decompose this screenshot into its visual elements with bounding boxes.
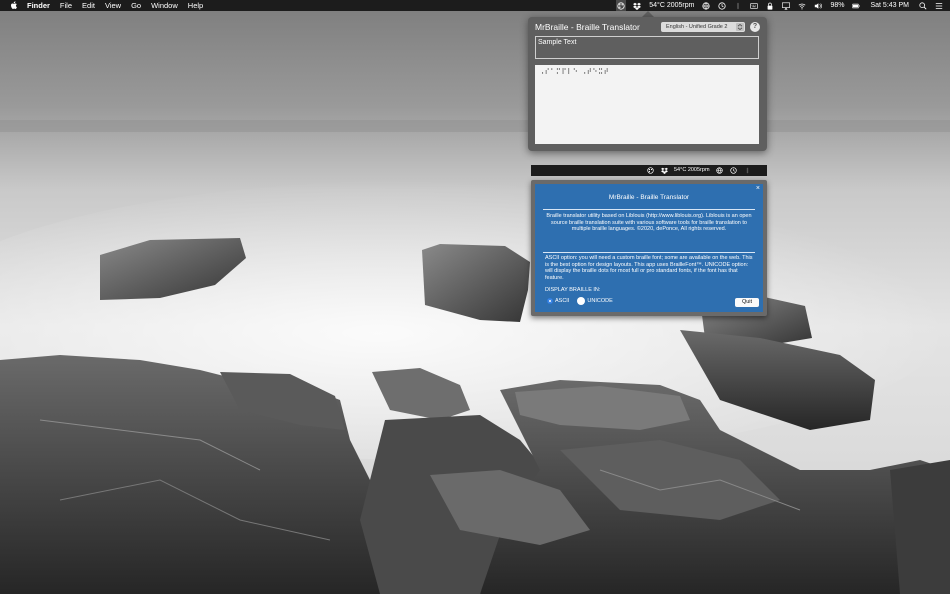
menu-help[interactable]: Help [183,0,208,11]
radio-unicode[interactable] [577,297,586,305]
apple-menu-icon[interactable] [9,0,19,11]
cpu-temp-fan-readout[interactable]: 54°C 2005rpm [671,165,713,176]
menu-bar-clock[interactable]: Sat 5:43 PM [864,0,915,11]
help-button[interactable]: ? [750,22,760,32]
mrbraille-menu-icon[interactable] [645,165,655,176]
divider [543,209,755,210]
translator-popover: MrBraille - Braille Translator English -… [528,17,767,151]
menu-edit[interactable]: Edit [77,0,100,11]
about-panel: × MrBraille - Braille Translator Braille… [531,180,767,316]
mrbraille-menu-icon[interactable] [616,0,627,11]
menu-bar: Finder File Edit View Go Window Help 54°… [0,0,950,11]
desktop-wallpaper [0,0,950,594]
display-braille-label: DISPLAY BRAILLE IN: [545,287,601,293]
volume-icon[interactable] [813,0,823,11]
battery-percent[interactable]: 98% [826,0,848,11]
notification-center-icon[interactable] [934,0,944,11]
about-title: MrBraille - Braille Translator [608,194,690,201]
menu-window[interactable]: Window [146,0,183,11]
close-icon[interactable]: × [756,185,760,193]
language-select[interactable]: English - Unified Grade 2 [661,22,745,32]
language-select-value: English - Unified Grade 2 [666,24,728,30]
keyboard-icon[interactable] [749,0,759,11]
cpu-temp-fan-readout[interactable]: 54°C 2005rpm [645,0,698,11]
status-dot-icon[interactable] [743,165,753,176]
airplay-icon[interactable] [781,0,791,11]
dropbox-icon[interactable] [659,165,669,176]
radio-unicode-label[interactable]: UNICODE [587,298,612,305]
wifi-icon[interactable] [797,0,807,11]
istat-globe-icon[interactable] [715,165,725,176]
braille-output: ⠠⠎⠁⠍⠏⠇⠑ ⠠⠞⠑⠭⠞ [535,65,759,144]
radio-ascii[interactable] [547,298,553,304]
quit-button[interactable]: Quit [735,298,759,307]
chevron-up-down-icon [736,23,744,31]
radio-ascii-label[interactable]: ASCII [555,298,569,305]
spotlight-search-icon[interactable] [918,0,928,11]
options-explanation: ASCII option: you will need a custom bra… [545,255,753,281]
menu-bar-extras: 54°C 2005rpm 98% Sat 5:43 PM [613,0,950,11]
istat-globe-icon[interactable] [701,0,711,11]
lock-icon[interactable] [765,0,775,11]
menu-app-finder[interactable]: Finder [19,0,55,11]
time-machine-icon[interactable] [717,0,727,11]
menu-bar-strip: 54°C 2005rpm [531,165,767,176]
translator-title: MrBraille - Braille Translator [535,22,640,32]
status-dot-icon[interactable] [733,0,743,11]
about-content: × MrBraille - Braille Translator Braille… [535,184,763,312]
battery-icon[interactable] [851,0,861,11]
display-mode-radio-group: ASCII UNICODE [547,297,621,305]
menu-go[interactable]: Go [126,0,146,11]
dropbox-icon[interactable] [632,0,642,11]
divider [543,252,755,253]
wallpaper-image [0,0,950,594]
about-description: Braille translator utility based on Libl… [546,213,752,233]
menu-file[interactable]: File [55,0,77,11]
sample-text-input[interactable]: Sample Text [535,36,759,59]
menu-view[interactable]: View [100,0,126,11]
time-machine-icon[interactable] [729,165,739,176]
